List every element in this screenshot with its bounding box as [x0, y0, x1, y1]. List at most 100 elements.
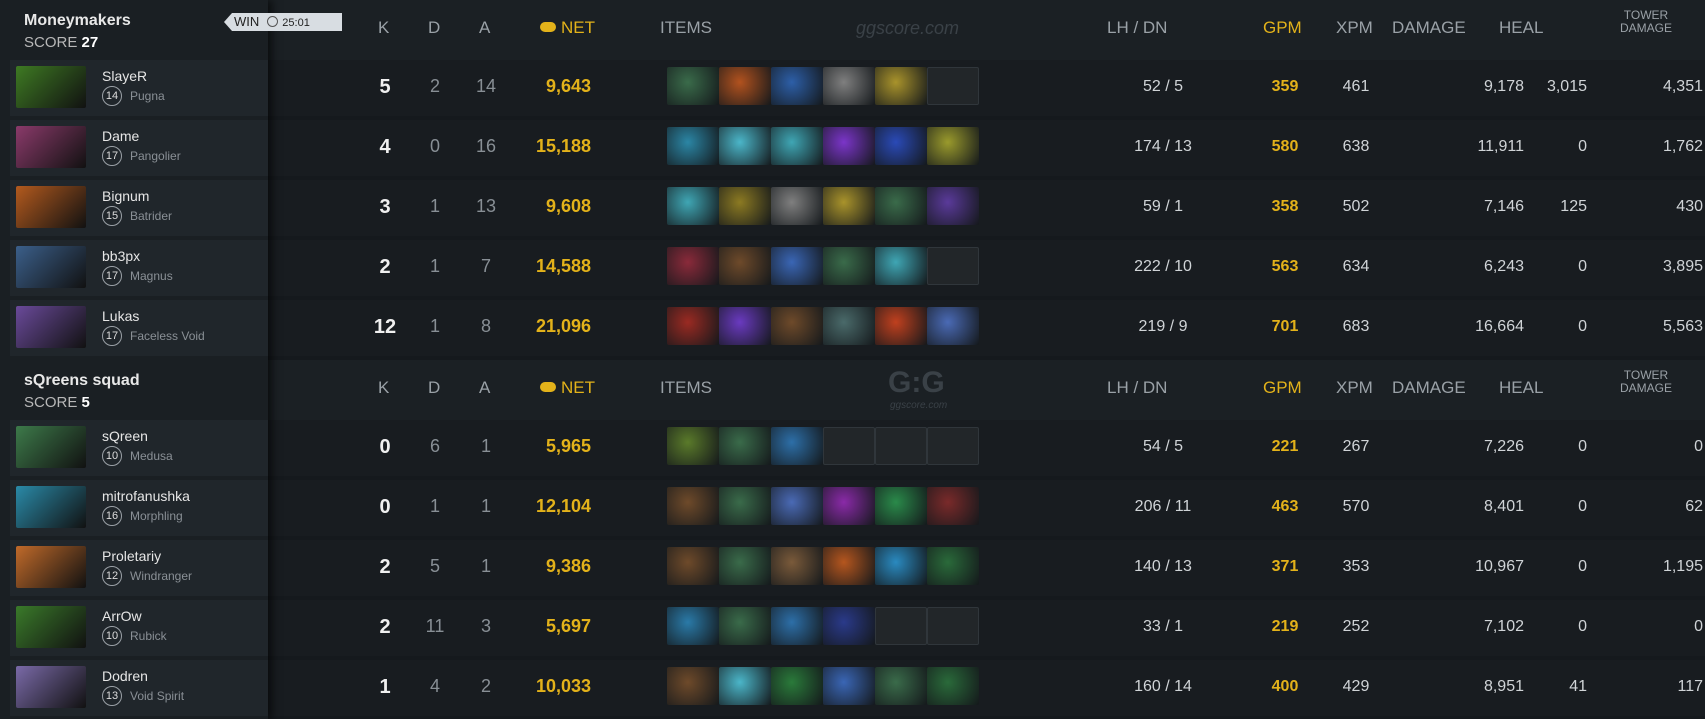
item-icon[interactable] — [771, 487, 823, 525]
item-icon[interactable] — [823, 67, 875, 105]
item-icon[interactable] — [667, 187, 719, 225]
item-icon[interactable] — [719, 127, 771, 165]
item-icon[interactable] — [823, 547, 875, 585]
player-name[interactable]: Dodren — [102, 668, 148, 684]
player-name[interactable]: Lukas — [102, 308, 139, 324]
hero-name: Faceless Void — [130, 329, 205, 343]
item-icon[interactable] — [875, 67, 927, 105]
col-net: NET — [540, 18, 595, 38]
item-icon[interactable] — [823, 127, 875, 165]
hero-portrait[interactable] — [16, 426, 86, 468]
item-icon[interactable] — [875, 487, 927, 525]
item-icon[interactable] — [667, 487, 719, 525]
player-name[interactable]: bb3px — [102, 248, 140, 264]
item-icon[interactable] — [719, 667, 771, 705]
last-hits-denies: 219 / 9 — [1138, 318, 1188, 335]
hero-name: Morphling — [130, 509, 183, 523]
tower-damage-value: 430 — [1676, 198, 1703, 215]
item-icon[interactable] — [667, 607, 719, 645]
hero-portrait[interactable] — [16, 486, 86, 528]
item-icon[interactable] — [667, 67, 719, 105]
player-card[interactable]: Dame 17 Pangolier — [10, 120, 268, 176]
col-lhdn: LH / DN — [1107, 378, 1168, 397]
item-icon[interactable] — [875, 667, 927, 705]
player-card[interactable]: bb3px 17 Magnus — [10, 240, 268, 296]
item-icon[interactable] — [667, 547, 719, 585]
player-card[interactable]: Lukas 17 Faceless Void — [10, 300, 268, 356]
item-icon[interactable] — [667, 247, 719, 285]
col-heal: HEAL — [1499, 378, 1544, 397]
player-name[interactable]: sQreen — [102, 428, 148, 444]
item-icon[interactable] — [875, 247, 927, 285]
item-icon[interactable] — [823, 187, 875, 225]
player-card[interactable]: Dodren 13 Void Spirit — [10, 660, 268, 716]
player-card[interactable]: SlayeR 14 Pugna — [10, 60, 268, 116]
item-icon[interactable] — [719, 187, 771, 225]
item-icon[interactable] — [927, 127, 979, 165]
player-name[interactable]: Bignum — [102, 188, 149, 204]
hero-portrait[interactable] — [16, 606, 86, 648]
col-net: NET — [540, 378, 595, 398]
player-name[interactable]: ArrOw — [102, 608, 142, 624]
col-d: D — [428, 378, 441, 397]
last-hits-denies: 160 / 14 — [1134, 678, 1192, 695]
hero-portrait[interactable] — [16, 306, 86, 348]
item-icon[interactable] — [771, 427, 823, 465]
item-icon[interactable] — [667, 427, 719, 465]
table-row: 2 1 7 14,588 222 / 10 563 634 6,243 0 3,895 — [268, 240, 1705, 296]
item-icon[interactable] — [667, 307, 719, 345]
item-icon[interactable] — [719, 247, 771, 285]
item-icon[interactable] — [719, 547, 771, 585]
item-icon[interactable] — [771, 307, 823, 345]
column-header-row: K D A ITEMS LH / DN GPM XPM DAMAGE HEAL NET TOWER D… — [268, 0, 1705, 60]
hero-portrait[interactable] — [16, 666, 86, 708]
hero-portrait[interactable] — [16, 246, 86, 288]
win-label: WIN — [234, 14, 260, 29]
item-icon[interactable] — [823, 307, 875, 345]
item-icon[interactable] — [927, 547, 979, 585]
player-card[interactable]: mitrofanushka 16 Morphling — [10, 480, 268, 536]
item-icon[interactable] — [927, 667, 979, 705]
item-icon[interactable] — [927, 187, 979, 225]
item-icon[interactable] — [771, 607, 823, 645]
item-icon[interactable] — [823, 607, 875, 645]
item-icon[interactable] — [875, 307, 927, 345]
player-card[interactable]: ArrOw 10 Rubick — [10, 600, 268, 656]
item-icon[interactable] — [771, 67, 823, 105]
player-name[interactable]: Dame — [102, 128, 139, 144]
item-icon[interactable] — [927, 487, 979, 525]
item-icon[interactable] — [719, 487, 771, 525]
item-icon[interactable] — [719, 307, 771, 345]
item-icon[interactable] — [719, 607, 771, 645]
item-icon[interactable] — [771, 547, 823, 585]
item-icon[interactable] — [719, 67, 771, 105]
player-card[interactable]: sQreen 10 Medusa — [10, 420, 268, 476]
col-tower-line2: DAMAGE — [1620, 381, 1673, 395]
item-icon[interactable] — [667, 127, 719, 165]
watermark-logo: G:G — [888, 366, 945, 399]
item-icon[interactable] — [719, 427, 771, 465]
item-icon[interactable] — [823, 487, 875, 525]
player-name[interactable]: SlayeR — [102, 68, 147, 84]
hero-portrait[interactable] — [16, 186, 86, 228]
empty-item-slot — [927, 247, 979, 285]
hero-portrait[interactable] — [16, 126, 86, 168]
hero-portrait[interactable] — [16, 546, 86, 588]
item-icon[interactable] — [823, 247, 875, 285]
item-icon[interactable] — [771, 127, 823, 165]
player-card[interactable]: Proletariy 12 Windranger — [10, 540, 268, 596]
item-icon[interactable] — [875, 127, 927, 165]
item-icon[interactable] — [771, 247, 823, 285]
col-a: A — [479, 18, 491, 37]
player-name[interactable]: mitrofanushka — [102, 488, 190, 504]
item-icon[interactable] — [823, 667, 875, 705]
item-icon[interactable] — [771, 667, 823, 705]
item-icon[interactable] — [875, 187, 927, 225]
player-name[interactable]: Proletariy — [102, 548, 161, 564]
item-icon[interactable] — [667, 667, 719, 705]
player-card[interactable]: Bignum 15 Batrider — [10, 180, 268, 236]
hero-portrait[interactable] — [16, 66, 86, 108]
item-icon[interactable] — [875, 547, 927, 585]
item-icon[interactable] — [927, 307, 979, 345]
item-icon[interactable] — [771, 187, 823, 225]
